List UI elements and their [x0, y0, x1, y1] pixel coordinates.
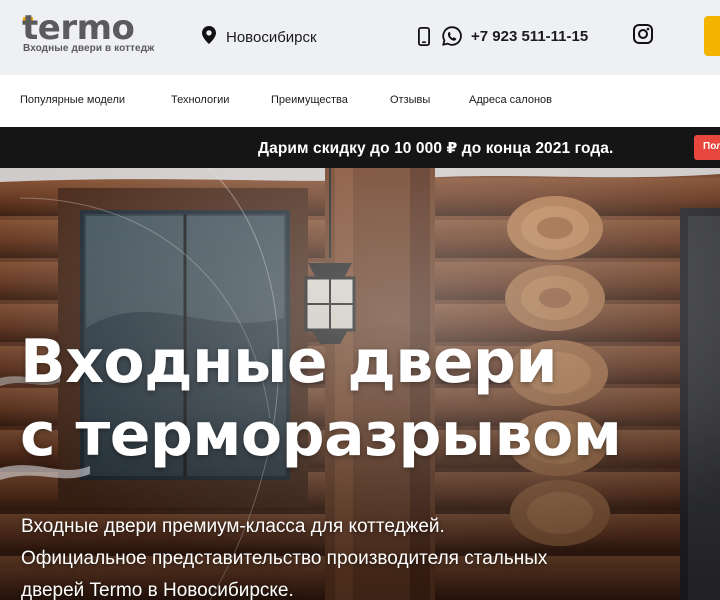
promo-banner: Дарим скидку до 10 000 ₽ до конца 2021 г…: [0, 127, 720, 168]
top-bar: termo Входные двери в коттедж Новосибирс…: [0, 0, 720, 75]
hero-title-line-1: Входные двери: [20, 327, 558, 397]
hero-title-line-2: с терморазрывом: [20, 400, 622, 470]
nav-item-reviews[interactable]: Отзывы: [390, 94, 430, 106]
whatsapp-icon[interactable]: [442, 26, 462, 46]
logo-word: termo: [22, 8, 135, 48]
location-pin-icon: [202, 25, 216, 49]
phone-number[interactable]: +7 923 511-11-15: [471, 28, 588, 45]
nav-item-salon-addresses[interactable]: Адреса салонов: [469, 94, 552, 106]
city-selector[interactable]: Новосибирск: [202, 25, 317, 49]
city-name: Новосибирск: [226, 28, 317, 46]
callback-button[interactable]: [704, 16, 720, 56]
logo-tagline: Входные двери в коттедж: [23, 43, 155, 54]
hero-subtitle: Входные двери премиум-класса для коттедж…: [21, 511, 661, 600]
contact-phone[interactable]: +7 923 511-11-15: [418, 24, 588, 48]
nav-item-advantages[interactable]: Преимущества: [271, 94, 348, 106]
logo[interactable]: termo Входные двери в коттедж: [22, 8, 155, 58]
hero-section: Входные двери с терморазрывом Входные дв…: [0, 168, 720, 600]
nav-item-technologies[interactable]: Технологии: [171, 94, 229, 106]
hero-subtitle-line-1: Входные двери премиум-класса для коттедж…: [21, 516, 445, 537]
main-nav: Популярные модели Технологии Преимуществ…: [0, 75, 720, 127]
instagram-icon[interactable]: [633, 24, 653, 44]
mobile-phone-icon[interactable]: [418, 26, 430, 46]
hero-subtitle-line-3: дверей Termo в Новосибирске.: [21, 580, 294, 600]
promo-button[interactable]: Пол: [694, 135, 720, 160]
nav-item-popular-models[interactable]: Популярные модели: [20, 94, 125, 106]
hero-subtitle-line-2: Официальное представительство производит…: [21, 548, 548, 569]
promo-text: Дарим скидку до 10 000 ₽ до конца 2021 г…: [258, 140, 614, 157]
hero-title: Входные двери с терморазрывом: [20, 326, 622, 472]
